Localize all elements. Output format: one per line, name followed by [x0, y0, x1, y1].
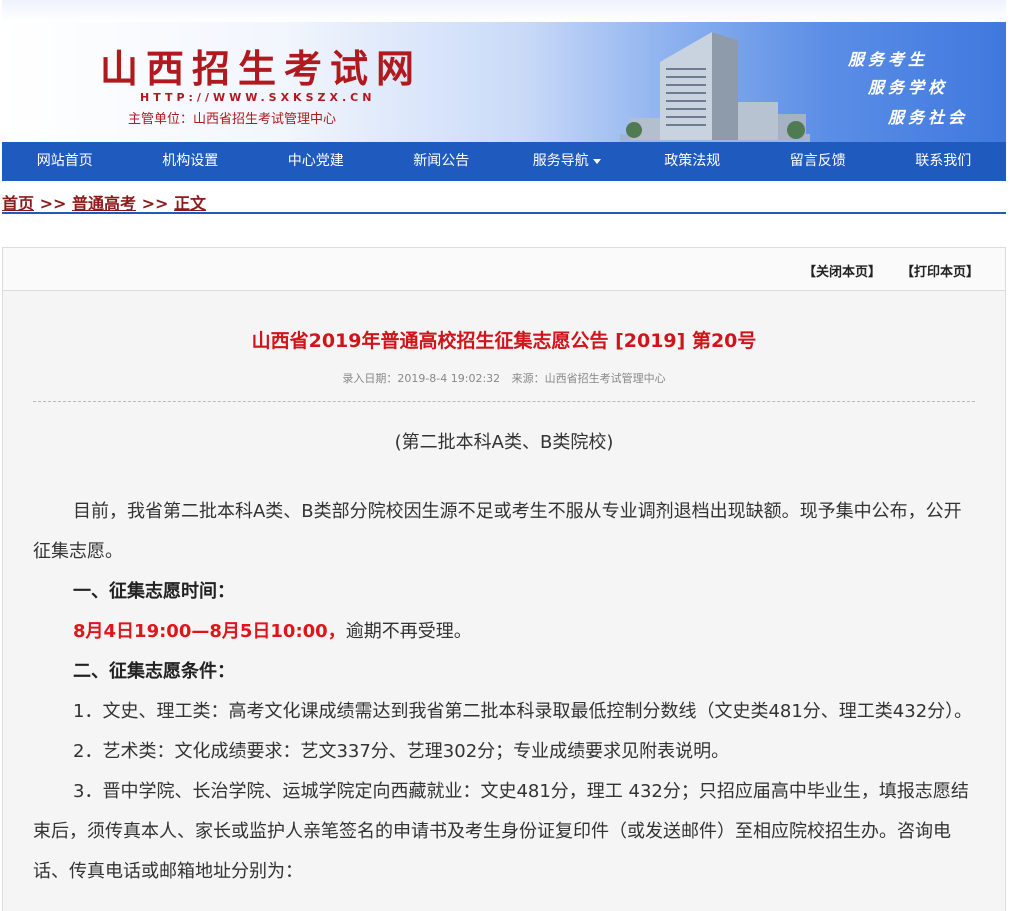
main-nav: 网站首页 机构设置 中心党建 新闻公告 服务导航 政策法规 留言反馈 联系我们: [2, 142, 1006, 181]
paragraph: 2．艺术类：文化成绩要求：艺文337分、艺理302分；专业成绩要求见附表说明。: [73, 741, 730, 762]
article-date: 录入日期：2019-8-4 19:02:32: [342, 372, 501, 385]
slogan-serve-students: 服务考生: [848, 50, 929, 69]
nav-policies[interactable]: 政策法规: [630, 142, 756, 181]
nav-label: 政策法规: [664, 153, 721, 169]
nav-contact[interactable]: 联系我们: [881, 142, 1007, 181]
print-page-button[interactable]: 【打印本页】: [901, 261, 979, 280]
nav-feedback[interactable]: 留言反馈: [755, 142, 881, 181]
breadcrumb-separator: >>: [141, 194, 169, 213]
paragraph: 8月4日19:00—8月5日10:00，逾期不再受理。: [33, 612, 978, 652]
paragraph: 目前，我省第二批本科A类、B类部分院校因生源不足或考生不服从专业调剂退档出现缺额…: [33, 501, 962, 562]
nav-news[interactable]: 新闻公告: [379, 142, 505, 181]
header-banner: 山西招生考试网 HTTP://WWW.SXKSZX.CN 主管单位：山西省招生考…: [2, 0, 1006, 142]
nav-label: 机构设置: [162, 153, 219, 169]
chevron-down-icon: [592, 158, 601, 164]
banner-top-strip: [2, 0, 1006, 22]
nav-label: 联系我们: [915, 153, 972, 169]
breadcrumb-category[interactable]: 普通高考: [72, 194, 136, 213]
article-source: 来源：山西省招生考试管理中心: [511, 372, 666, 385]
slogan-serve-schools: 服务学校: [868, 78, 949, 97]
breadcrumb-current[interactable]: 正文: [174, 194, 206, 213]
paragraph: 1．文史、理工类：高考文化课成绩需达到我省第二批本科录取最低控制分数线（文史类4…: [73, 701, 973, 722]
site-title: 山西招生考试网: [100, 46, 423, 91]
section-heading: 二、征集志愿条件：: [73, 661, 235, 682]
article-container: 【关闭本页】 【打印本页】 山西省2019年普通高校招生征集志愿公告 [2019…: [2, 247, 1006, 911]
section-heading: 一、征集志愿时间：: [73, 581, 235, 602]
nav-organization[interactable]: 机构设置: [128, 142, 254, 181]
article-subtitle: (第二批本科A类、B类院校): [394, 432, 614, 453]
divider: [33, 401, 975, 402]
article-title: 山西省2019年普通高校招生征集志愿公告 [2019] 第20号: [251, 330, 757, 352]
nav-label: 留言反馈: [789, 153, 846, 169]
close-page-button[interactable]: 【关闭本页】: [803, 261, 881, 280]
nav-service-guide[interactable]: 服务导航: [504, 142, 630, 181]
nav-label: 服务导航: [532, 153, 589, 169]
site-sponsor: 主管单位：山西省招生考试管理中心: [128, 112, 337, 127]
breadcrumb-home[interactable]: 首页: [2, 194, 34, 213]
nav-label: 新闻公告: [413, 153, 470, 169]
slogan-serve-society: 服务社会: [888, 108, 969, 127]
nav-label: 中心党建: [287, 153, 344, 169]
breadcrumb: 首页 >> 普通高考 >> 正文: [2, 190, 1006, 214]
deadline-highlight: 8月4日19:00—8月5日10:00，: [73, 621, 346, 642]
article-toolbar: 【关闭本页】 【打印本页】: [3, 248, 1005, 291]
building-illustration: [620, 32, 810, 142]
nav-party-building[interactable]: 中心党建: [253, 142, 379, 181]
breadcrumb-separator: >>: [39, 194, 67, 213]
nav-home[interactable]: 网站首页: [2, 142, 128, 181]
article-meta: 录入日期：2019-8-4 19:02:32 来源：山西省招生考试管理中心: [3, 370, 1005, 386]
paragraph: 3．晋中学院、长治学院、运城学院定向西藏就业：文史481分，理工 432分；只招…: [33, 781, 969, 882]
site-url: HTTP://WWW.SXKSZX.CN: [140, 91, 376, 104]
nav-label: 网站首页: [36, 153, 93, 169]
article-body: 目前，我省第二批本科A类、B类部分院校因生源不足或考生不服从专业调剂退档出现缺额…: [33, 492, 978, 892]
deadline-note: 逾期不再受理。: [345, 621, 472, 642]
